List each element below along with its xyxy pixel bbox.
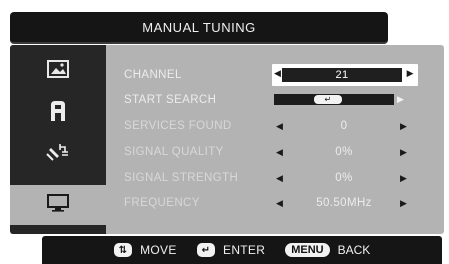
menu-key-icon: MENU bbox=[285, 243, 330, 257]
picture-icon bbox=[47, 60, 69, 82]
frequency-label: FREQUENCY bbox=[124, 197, 200, 209]
left-arrow-icon: ◀ bbox=[276, 198, 284, 208]
signal-strength-label: SIGNAL STRENGTH bbox=[124, 172, 239, 184]
services-found-label: SERVICES FOUND bbox=[124, 120, 232, 132]
start-search-bar[interactable]: ↵ bbox=[274, 94, 394, 105]
start-search-label: START SEARCH bbox=[124, 94, 217, 106]
sidebar-item-setup[interactable] bbox=[10, 185, 106, 225]
sidebar-item-channel[interactable] bbox=[10, 133, 106, 173]
monitor-icon bbox=[47, 194, 69, 216]
row-start-search[interactable]: START SEARCH ◀ ↵ ▶ bbox=[124, 92, 424, 110]
frequency-value: 50.50MHz bbox=[316, 197, 372, 209]
satellite-icon bbox=[46, 140, 70, 166]
channel-selector[interactable]: ◀ 21 ▶ bbox=[272, 64, 418, 86]
channel-value: 21 bbox=[282, 68, 402, 82]
channel-prev-arrow-icon[interactable]: ◀ bbox=[274, 68, 281, 79]
row-services-found: SERVICES FOUND ◀ 0 ▶ bbox=[124, 118, 424, 136]
left-arrow-icon: ◀ bbox=[276, 121, 284, 131]
key-hint-bar: ⇅ MOVE ↵ ENTER MENU BACK bbox=[42, 236, 442, 264]
enter-icon: ↵ bbox=[314, 95, 342, 104]
sidebar bbox=[10, 45, 106, 234]
channel-next-arrow-icon[interactable]: ▶ bbox=[407, 68, 414, 79]
move-label: MOVE bbox=[140, 243, 177, 257]
row-signal-strength: SIGNAL STRENGTH ◀ 0% ▶ bbox=[124, 170, 424, 188]
signal-strength-value: 0% bbox=[335, 172, 353, 184]
enter-key-icon: ↵ bbox=[196, 243, 216, 257]
signal-quality-label: SIGNAL QUALITY bbox=[124, 146, 224, 158]
back-label: BACK bbox=[337, 243, 371, 257]
right-arrow-icon: ▶ bbox=[400, 173, 408, 183]
move-key-icon: ⇅ bbox=[113, 243, 133, 257]
services-found-value: 0 bbox=[340, 120, 348, 132]
start-search-right-arrow-icon[interactable]: ▶ bbox=[397, 94, 404, 105]
right-arrow-icon: ▶ bbox=[400, 198, 408, 208]
left-arrow-icon: ◀ bbox=[276, 147, 284, 157]
left-arrow-icon: ◀ bbox=[276, 173, 284, 183]
menu-title-bar: MANUAL TUNING bbox=[10, 12, 388, 44]
signal-quality-value: 0% bbox=[335, 146, 353, 158]
row-frequency: FREQUENCY ◀ 50.50MHz ▶ bbox=[124, 195, 424, 213]
sound-icon bbox=[49, 100, 67, 126]
row-channel[interactable]: CHANNEL ◀ 21 ▶ bbox=[124, 64, 424, 86]
sidebar-item-picture[interactable] bbox=[10, 51, 106, 91]
menu-title: MANUAL TUNING bbox=[142, 19, 256, 35]
right-arrow-icon: ▶ bbox=[400, 147, 408, 157]
right-arrow-icon: ▶ bbox=[400, 121, 408, 131]
sidebar-item-sound[interactable] bbox=[10, 93, 106, 133]
row-signal-quality: SIGNAL QUALITY ◀ 0% ▶ bbox=[124, 144, 424, 162]
enter-label: ENTER bbox=[223, 243, 266, 257]
channel-label: CHANNEL bbox=[124, 69, 182, 81]
